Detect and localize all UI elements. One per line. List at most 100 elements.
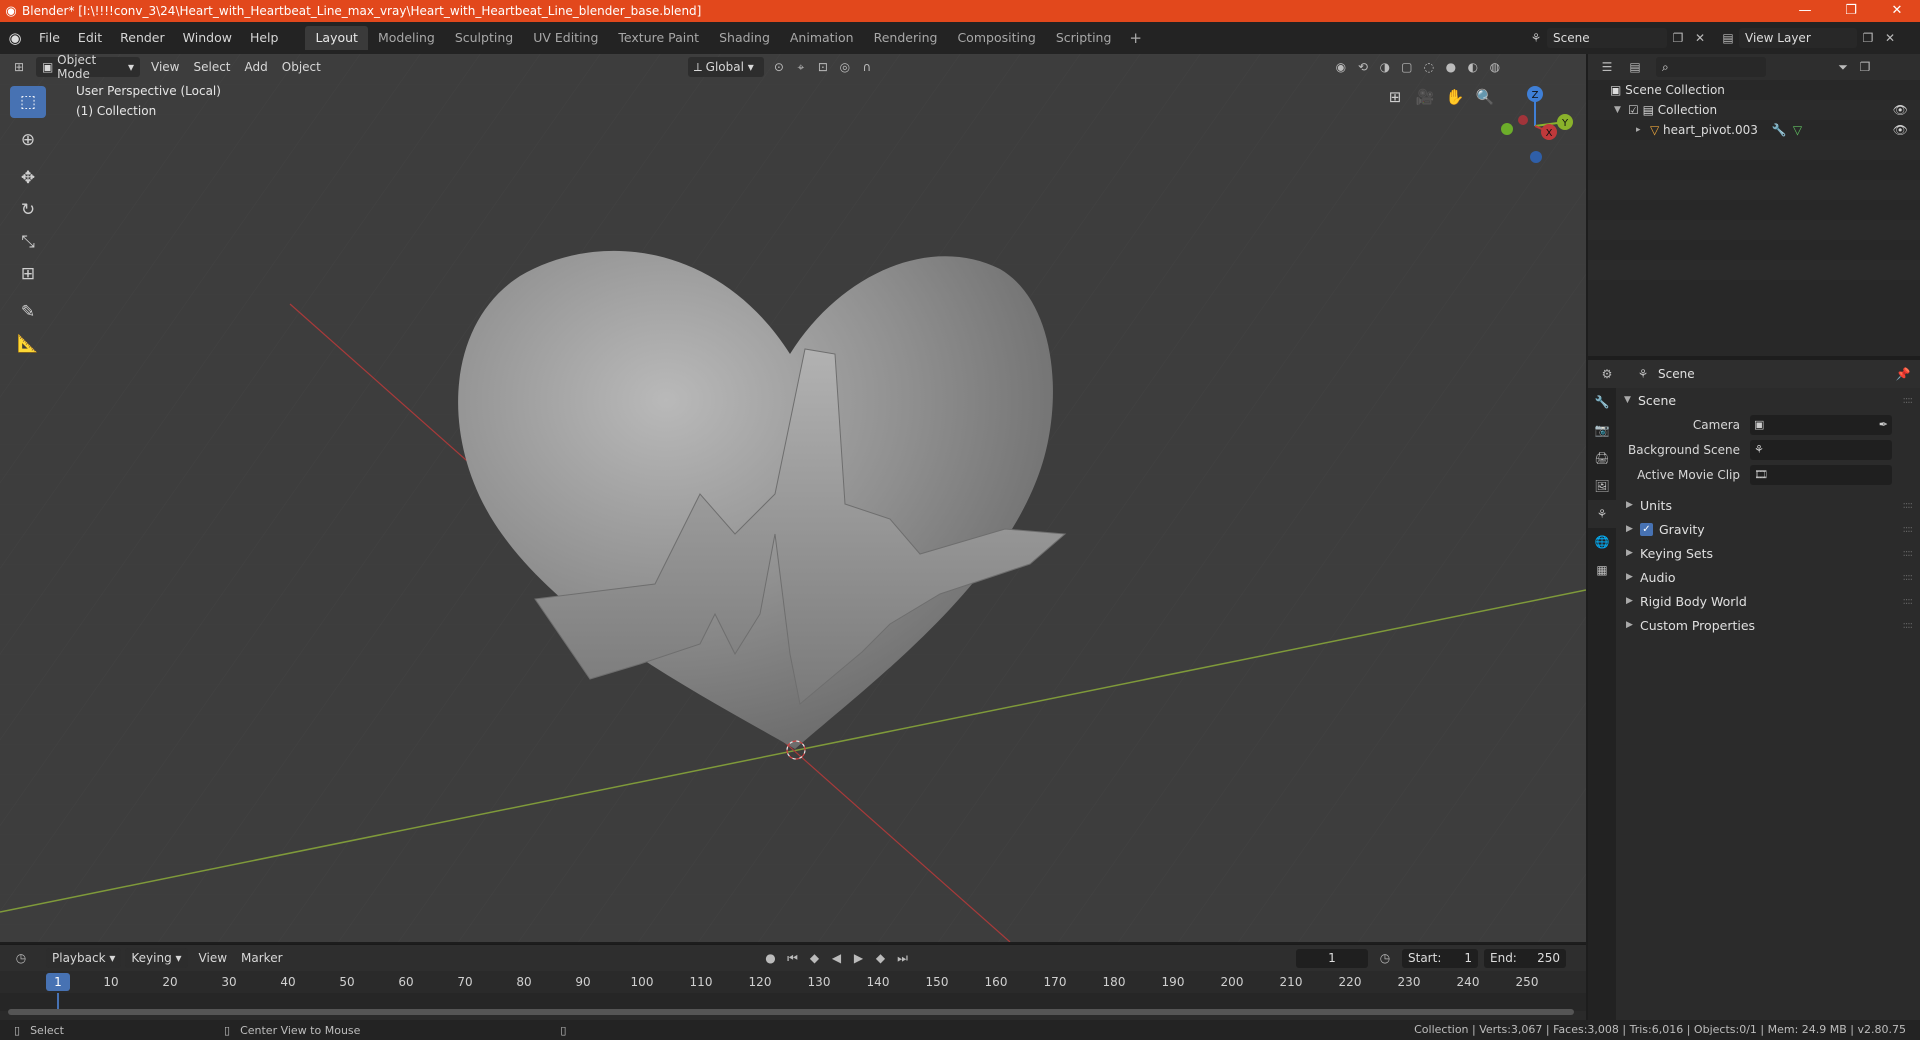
display-mode-icon[interactable]: ▤ (1624, 57, 1646, 77)
object-visibility-eye-icon[interactable]: 👁 (1893, 123, 1908, 137)
preview-range-icon[interactable]: ◷ (1374, 948, 1396, 968)
timeline-menu-view[interactable]: View (192, 945, 234, 971)
eyedropper-icon[interactable]: ✒ (1879, 418, 1888, 431)
gravity-checkbox[interactable]: ✓ (1640, 522, 1653, 536)
viewport-menu-object[interactable]: Object (275, 54, 328, 80)
texture-tab-icon[interactable]: ▦ (1588, 556, 1616, 584)
play-reverse-icon[interactable]: ◀ (826, 948, 848, 968)
pan-hand-icon[interactable]: ✋ (1440, 88, 1470, 106)
zoom-icon[interactable]: 🔍 (1470, 88, 1500, 106)
tab-animation[interactable]: Animation (780, 26, 864, 50)
proportional-editing-icon[interactable]: ◎ (834, 57, 856, 77)
tab-shading[interactable]: Shading (709, 26, 780, 50)
record-icon[interactable]: ● (760, 948, 782, 968)
snap-icon[interactable]: ⌖ (790, 57, 812, 77)
outliner-collection[interactable]: ▼ ☑ ▤ Collection 👁 (1588, 100, 1920, 120)
shading-solid-icon[interactable]: ● (1440, 57, 1462, 77)
jump-start-icon[interactable]: ⏮ (782, 948, 804, 968)
editor-type-icon[interactable]: ⊞ (8, 57, 30, 77)
playhead-frame[interactable]: 1 (46, 973, 70, 991)
tab-texture-paint[interactable]: Texture Paint (608, 26, 709, 50)
timeline-menu-marker[interactable]: Marker (234, 945, 289, 971)
expand-object-icon[interactable]: ▸ (1636, 125, 1650, 135)
render-tab-icon[interactable]: 📷 (1588, 416, 1616, 444)
view-layer-field[interactable]: View Layer (1739, 28, 1857, 48)
outliner-editor-type-icon[interactable]: ☰ (1596, 57, 1618, 77)
select-box-tool-icon[interactable]: ⬚ (10, 86, 46, 118)
output-tab-icon[interactable]: 🖨 (1588, 444, 1616, 472)
close-icon[interactable]: ✕ (1874, 0, 1920, 22)
world-tab-icon[interactable]: 🌐 (1588, 528, 1616, 556)
audio-panel[interactable]: ▶ Audio :::: (1618, 565, 1920, 589)
cursor-tool-icon[interactable]: ⊕ (10, 124, 46, 156)
viewport-menu-select[interactable]: Select (186, 54, 237, 80)
gizmo-toggle-icon[interactable]: ⟲ (1352, 57, 1374, 77)
xray-toggle-icon[interactable]: ▢ (1396, 57, 1418, 77)
add-workspace-icon[interactable]: + (1121, 29, 1150, 47)
remove-scene-icon[interactable]: ✕ (1689, 28, 1711, 48)
keying-dropdown[interactable]: Keying ▾ (125, 948, 188, 968)
scene-panel-header[interactable]: ▼ Scene :::: (1618, 388, 1920, 412)
3d-viewport[interactable]: Z Y X ⊞ ▣ Object Mode ▾ View Select Add … (0, 54, 1586, 942)
new-scene-icon[interactable]: ❐ (1667, 28, 1689, 48)
filter-icon[interactable]: ⏷ (1832, 57, 1854, 77)
transform-tool-icon[interactable]: ⊞ (10, 258, 46, 290)
tab-sculpting[interactable]: Sculpting (445, 26, 523, 50)
keying-sets-panel[interactable]: ▶ Keying Sets :::: (1618, 541, 1920, 565)
properties-editor-type-icon[interactable]: ⚙ (1596, 364, 1618, 384)
scale-tool-icon[interactable]: ⤡ (10, 226, 46, 258)
menu-window[interactable]: Window (174, 22, 241, 54)
frame-ruler[interactable]: 1 10 20 30 40 50 60 70 80 90 100 110 120… (0, 973, 1586, 991)
expand-rigid-body-icon[interactable]: ▶ (1626, 596, 1640, 606)
collapse-scene-panel-icon[interactable]: ▼ (1624, 395, 1638, 405)
annotate-tool-icon[interactable]: ✎ (10, 296, 46, 328)
scene-icon[interactable]: ⚘ (1525, 28, 1547, 48)
transform-orientation-dropdown[interactable]: ⟂ Global ▾ (687, 57, 764, 77)
tab-scripting[interactable]: Scripting (1046, 26, 1122, 50)
mesh-data-icon[interactable]: ▽ (1793, 123, 1802, 137)
object-mode-dropdown[interactable]: ▣ Object Mode ▾ (36, 54, 140, 81)
minimize-icon[interactable]: — (1782, 0, 1828, 22)
jump-end-icon[interactable]: ⏭ (892, 948, 914, 968)
timeline-editor-type-icon[interactable]: ◷ (10, 948, 32, 968)
panel-drag-handle[interactable]: :::: (1903, 620, 1914, 631)
outliner-object-row[interactable]: ▸ ▽ heart_pivot.003 🔧 ▽ 👁 (1588, 120, 1920, 140)
snap-target-icon[interactable]: ⊡ (812, 57, 834, 77)
modifier-wrench-icon[interactable]: 🔧 (1772, 123, 1787, 137)
timeline-scrollbar[interactable] (8, 1009, 1574, 1015)
tab-rendering[interactable]: Rendering (864, 26, 948, 50)
pin-icon[interactable]: 📌 (1892, 364, 1914, 384)
panel-drag-handle[interactable]: :::: (1903, 395, 1914, 406)
move-tool-icon[interactable]: ✥ (10, 162, 46, 194)
background-scene-field[interactable]: ⚘ (1750, 439, 1892, 460)
falloff-icon[interactable]: ∩ (856, 57, 878, 77)
gravity-panel[interactable]: ▶ ✓ Gravity :::: (1618, 517, 1920, 541)
collection-visibility-eye-icon[interactable]: 👁 (1893, 103, 1908, 117)
shading-rendered-icon[interactable]: ◍ (1484, 57, 1506, 77)
measure-tool-icon[interactable]: 📐 (10, 328, 46, 360)
tool-settings-tab-icon[interactable]: 🔧 (1588, 388, 1616, 416)
shading-material-icon[interactable]: ◐ (1462, 57, 1484, 77)
new-view-layer-icon[interactable]: ❐ (1857, 28, 1879, 48)
expand-custom-properties-icon[interactable]: ▶ (1626, 620, 1640, 630)
rigid-body-world-panel[interactable]: ▶ Rigid Body World :::: (1618, 589, 1920, 613)
panel-drag-handle[interactable]: :::: (1903, 572, 1914, 583)
menu-render[interactable]: Render (111, 22, 174, 54)
view-layer-icon[interactable]: ▤ (1717, 28, 1739, 48)
start-frame-field[interactable]: Start: 1 (1402, 949, 1478, 968)
rotate-tool-icon[interactable]: ↻ (10, 194, 46, 226)
expand-audio-icon[interactable]: ▶ (1626, 572, 1640, 582)
camera-view-icon[interactable]: 🎥 (1410, 88, 1440, 106)
viewport-menu-view[interactable]: View (144, 54, 186, 80)
remove-view-layer-icon[interactable]: ✕ (1879, 28, 1901, 48)
menu-file[interactable]: File (30, 22, 69, 54)
units-panel[interactable]: ▶ Units :::: (1618, 493, 1920, 517)
end-frame-field[interactable]: End: 250 (1484, 949, 1566, 968)
expand-gravity-icon[interactable]: ▶ (1626, 524, 1640, 534)
panel-drag-handle[interactable]: :::: (1903, 596, 1914, 607)
tab-compositing[interactable]: Compositing (947, 26, 1045, 50)
custom-properties-panel[interactable]: ▶ Custom Properties :::: (1618, 613, 1920, 637)
scene-tab-icon[interactable]: ⚘ (1588, 500, 1616, 528)
tab-layout[interactable]: Layout (305, 26, 368, 50)
outliner-scene-collection[interactable]: ▣ Scene Collection (1588, 80, 1920, 100)
